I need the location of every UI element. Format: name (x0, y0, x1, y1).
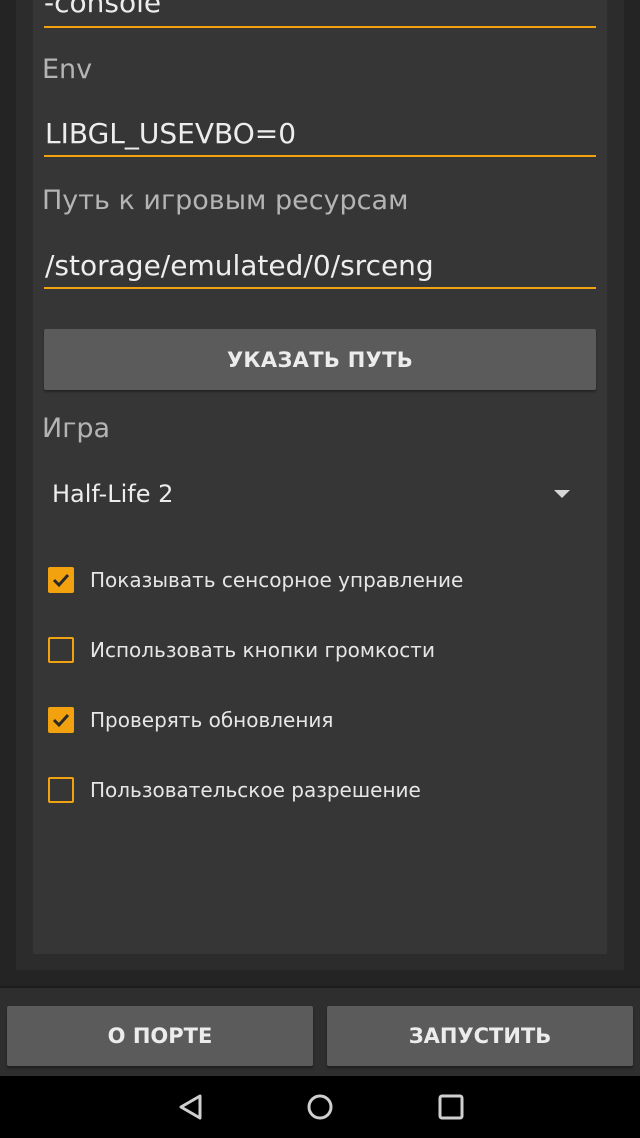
env-label: Env (42, 54, 93, 85)
env-input[interactable]: LIBGL_USEVBO=0 (45, 117, 296, 150)
volume-buttons-checkbox-row[interactable]: Использовать кнопки громкости (48, 632, 588, 668)
home-circle-icon[interactable] (305, 1092, 335, 1122)
touch-controls-checkbox-row[interactable]: Показывать сенсорное управление (48, 562, 588, 598)
resources-underline (44, 287, 596, 289)
launch-button[interactable]: ЗАПУСТИТЬ (327, 1006, 633, 1066)
recents-square-icon[interactable] (436, 1092, 466, 1122)
touch-controls-label: Показывать сенсорное управление (90, 568, 464, 592)
about-port-button[interactable]: О ПОРТЕ (7, 1006, 313, 1066)
check-updates-label: Проверять обновления (90, 708, 334, 732)
checkbox-unchecked-icon[interactable] (48, 777, 74, 803)
checkbox-checked-icon[interactable] (48, 707, 74, 733)
set-path-button[interactable]: УКАЗАТЬ ПУТЬ (44, 329, 596, 390)
game-spinner[interactable]: Half-Life 2 (44, 470, 596, 526)
console-args-underline (44, 26, 596, 28)
custom-resolution-label: Пользовательское разрешение (90, 778, 421, 802)
console-args-input[interactable]: -console (44, 0, 161, 20)
system-navigation-bar (0, 1076, 640, 1138)
game-label: Игра (42, 413, 111, 444)
back-triangle-icon[interactable] (176, 1092, 206, 1122)
checkbox-unchecked-icon[interactable] (48, 637, 74, 663)
check-updates-checkbox-row[interactable]: Проверять обновления (48, 702, 588, 738)
resources-label: Путь к игровым ресурсам (42, 185, 409, 216)
game-selected-value: Half-Life 2 (52, 480, 174, 508)
resources-path-input[interactable]: /storage/emulated/0/srceng (45, 249, 434, 282)
env-underline (44, 155, 596, 157)
volume-buttons-label: Использовать кнопки громкости (90, 638, 435, 662)
checkbox-checked-icon[interactable] (48, 567, 74, 593)
custom-resolution-checkbox-row[interactable]: Пользовательское разрешение (48, 772, 588, 808)
dropdown-arrow-icon (554, 490, 570, 498)
